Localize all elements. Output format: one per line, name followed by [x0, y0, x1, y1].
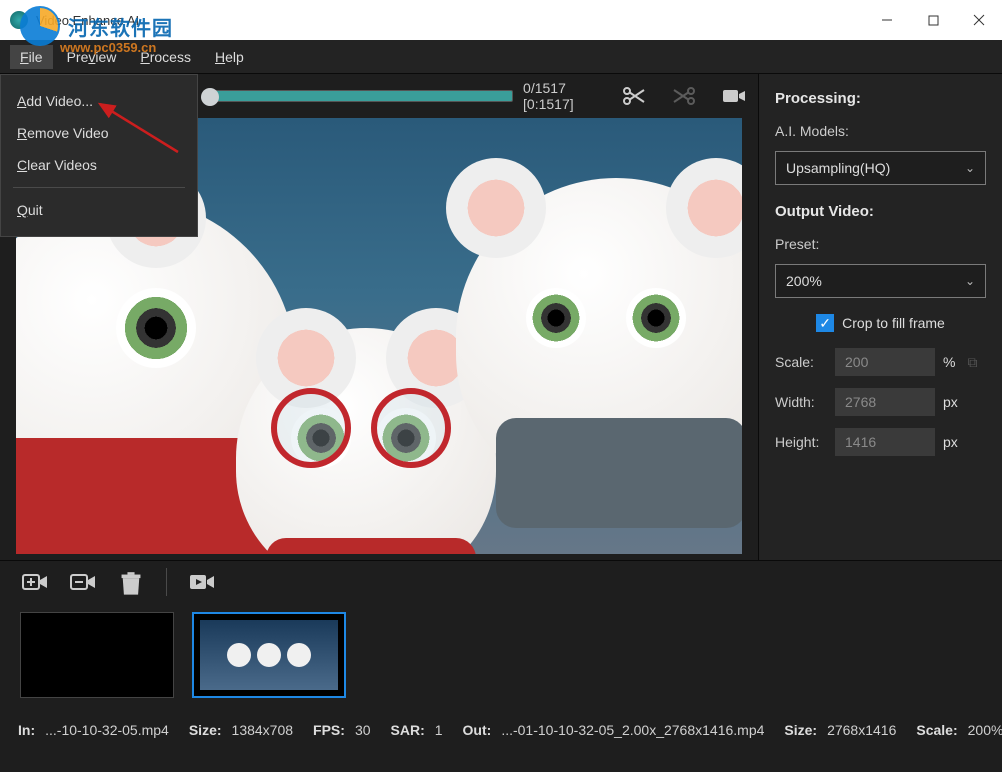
sar-label: SAR:: [391, 722, 425, 738]
width-unit: px: [943, 394, 958, 410]
menu-separator: [13, 187, 185, 188]
link-icon[interactable]: ⧉: [967, 354, 977, 371]
scale-unit: %: [943, 354, 955, 370]
in-size-value: 1384x708: [232, 722, 294, 738]
cut-start-icon[interactable]: [622, 86, 646, 106]
chevron-down-icon: ⌄: [965, 161, 975, 175]
timeline-slider[interactable]: [203, 90, 513, 102]
menu-add-video[interactable]: Add Video...: [1, 85, 197, 117]
window-title: Video Enhance AI: [36, 13, 139, 28]
preset-value: 200%: [786, 273, 822, 289]
menu-clear-videos[interactable]: Clear Videos: [1, 149, 197, 181]
crop-label: Crop to fill frame: [842, 315, 945, 331]
maximize-button[interactable]: [910, 0, 956, 40]
menu-preview[interactable]: Preview: [57, 45, 127, 69]
separator: [166, 568, 167, 596]
in-label: In:: [18, 722, 35, 738]
action-bar: [0, 560, 1002, 602]
menubar: File Preview Process Help: [0, 40, 1002, 74]
right-panel: Processing: A.I. Models: Upsampling(HQ) …: [758, 74, 1002, 560]
thumbnail-empty[interactable]: [20, 612, 174, 698]
preset-dropdown[interactable]: 200% ⌄: [775, 264, 986, 298]
window-controls: [864, 0, 1002, 40]
remove-video-icon[interactable]: [70, 571, 96, 593]
file-menu-dropdown: Add Video... Remove Video Clear Videos Q…: [0, 74, 198, 237]
play-video-icon[interactable]: [189, 571, 215, 593]
preset-label: Preset:: [775, 236, 986, 252]
fps-value: 30: [355, 722, 371, 738]
timeline-label: 0/1517 [0:1517]: [523, 80, 612, 112]
in-value: ...-10-10-32-05.mp4: [45, 722, 169, 738]
height-input[interactable]: 1416: [835, 428, 935, 456]
height-unit: px: [943, 434, 958, 450]
out-value: ...-01-10-10-32-05_2.00x_2768x1416.mp4: [501, 722, 764, 738]
status-bar: In: ...-10-10-32-05.mp4 Size: 1384x708 F…: [0, 710, 1002, 750]
ai-model-dropdown[interactable]: Upsampling(HQ) ⌄: [775, 151, 986, 185]
chevron-down-icon: ⌄: [965, 274, 975, 288]
menu-file[interactable]: File: [10, 45, 53, 69]
titlebar: Video Enhance AI: [0, 0, 1002, 40]
out-label: Out:: [463, 722, 492, 738]
processing-heading: Processing:: [775, 90, 986, 107]
thumbnail-selected[interactable]: [192, 612, 346, 698]
height-label: Height:: [775, 434, 827, 450]
scale-input[interactable]: 200: [835, 348, 935, 376]
menu-quit[interactable]: Quit: [1, 194, 197, 226]
out-size-value: 2768x1416: [827, 722, 896, 738]
minimize-button[interactable]: [864, 0, 910, 40]
scale-label: Scale:: [775, 354, 827, 370]
in-size-label: Size:: [189, 722, 222, 738]
width-label: Width:: [775, 394, 827, 410]
menu-help[interactable]: Help: [205, 45, 254, 69]
output-video-heading: Output Video:: [775, 203, 986, 220]
trash-icon[interactable]: [118, 571, 144, 593]
timeline-cursor[interactable]: [201, 88, 219, 106]
menu-process[interactable]: Process: [130, 45, 201, 69]
cut-end-icon[interactable]: [672, 86, 696, 106]
crop-checkbox-row[interactable]: ✓ Crop to fill frame: [775, 310, 986, 336]
out-size-label: Size:: [784, 722, 817, 738]
width-input[interactable]: 2768: [835, 388, 935, 416]
ai-models-label: A.I. Models:: [775, 123, 986, 139]
app-logo-icon: [10, 11, 28, 29]
menu-remove-video[interactable]: Remove Video: [1, 117, 197, 149]
camera-icon[interactable]: [722, 86, 746, 106]
scale-status-label: Scale:: [916, 722, 957, 738]
fps-label: FPS:: [313, 722, 345, 738]
thumbnail-strip: [0, 602, 1002, 710]
scale-status-value: 200%: [968, 722, 1002, 738]
ai-model-value: Upsampling(HQ): [786, 160, 890, 176]
add-video-icon[interactable]: [22, 571, 48, 593]
sar-value: 1: [435, 722, 443, 738]
checkbox-checked-icon[interactable]: ✓: [816, 314, 834, 332]
close-button[interactable]: [956, 0, 1002, 40]
